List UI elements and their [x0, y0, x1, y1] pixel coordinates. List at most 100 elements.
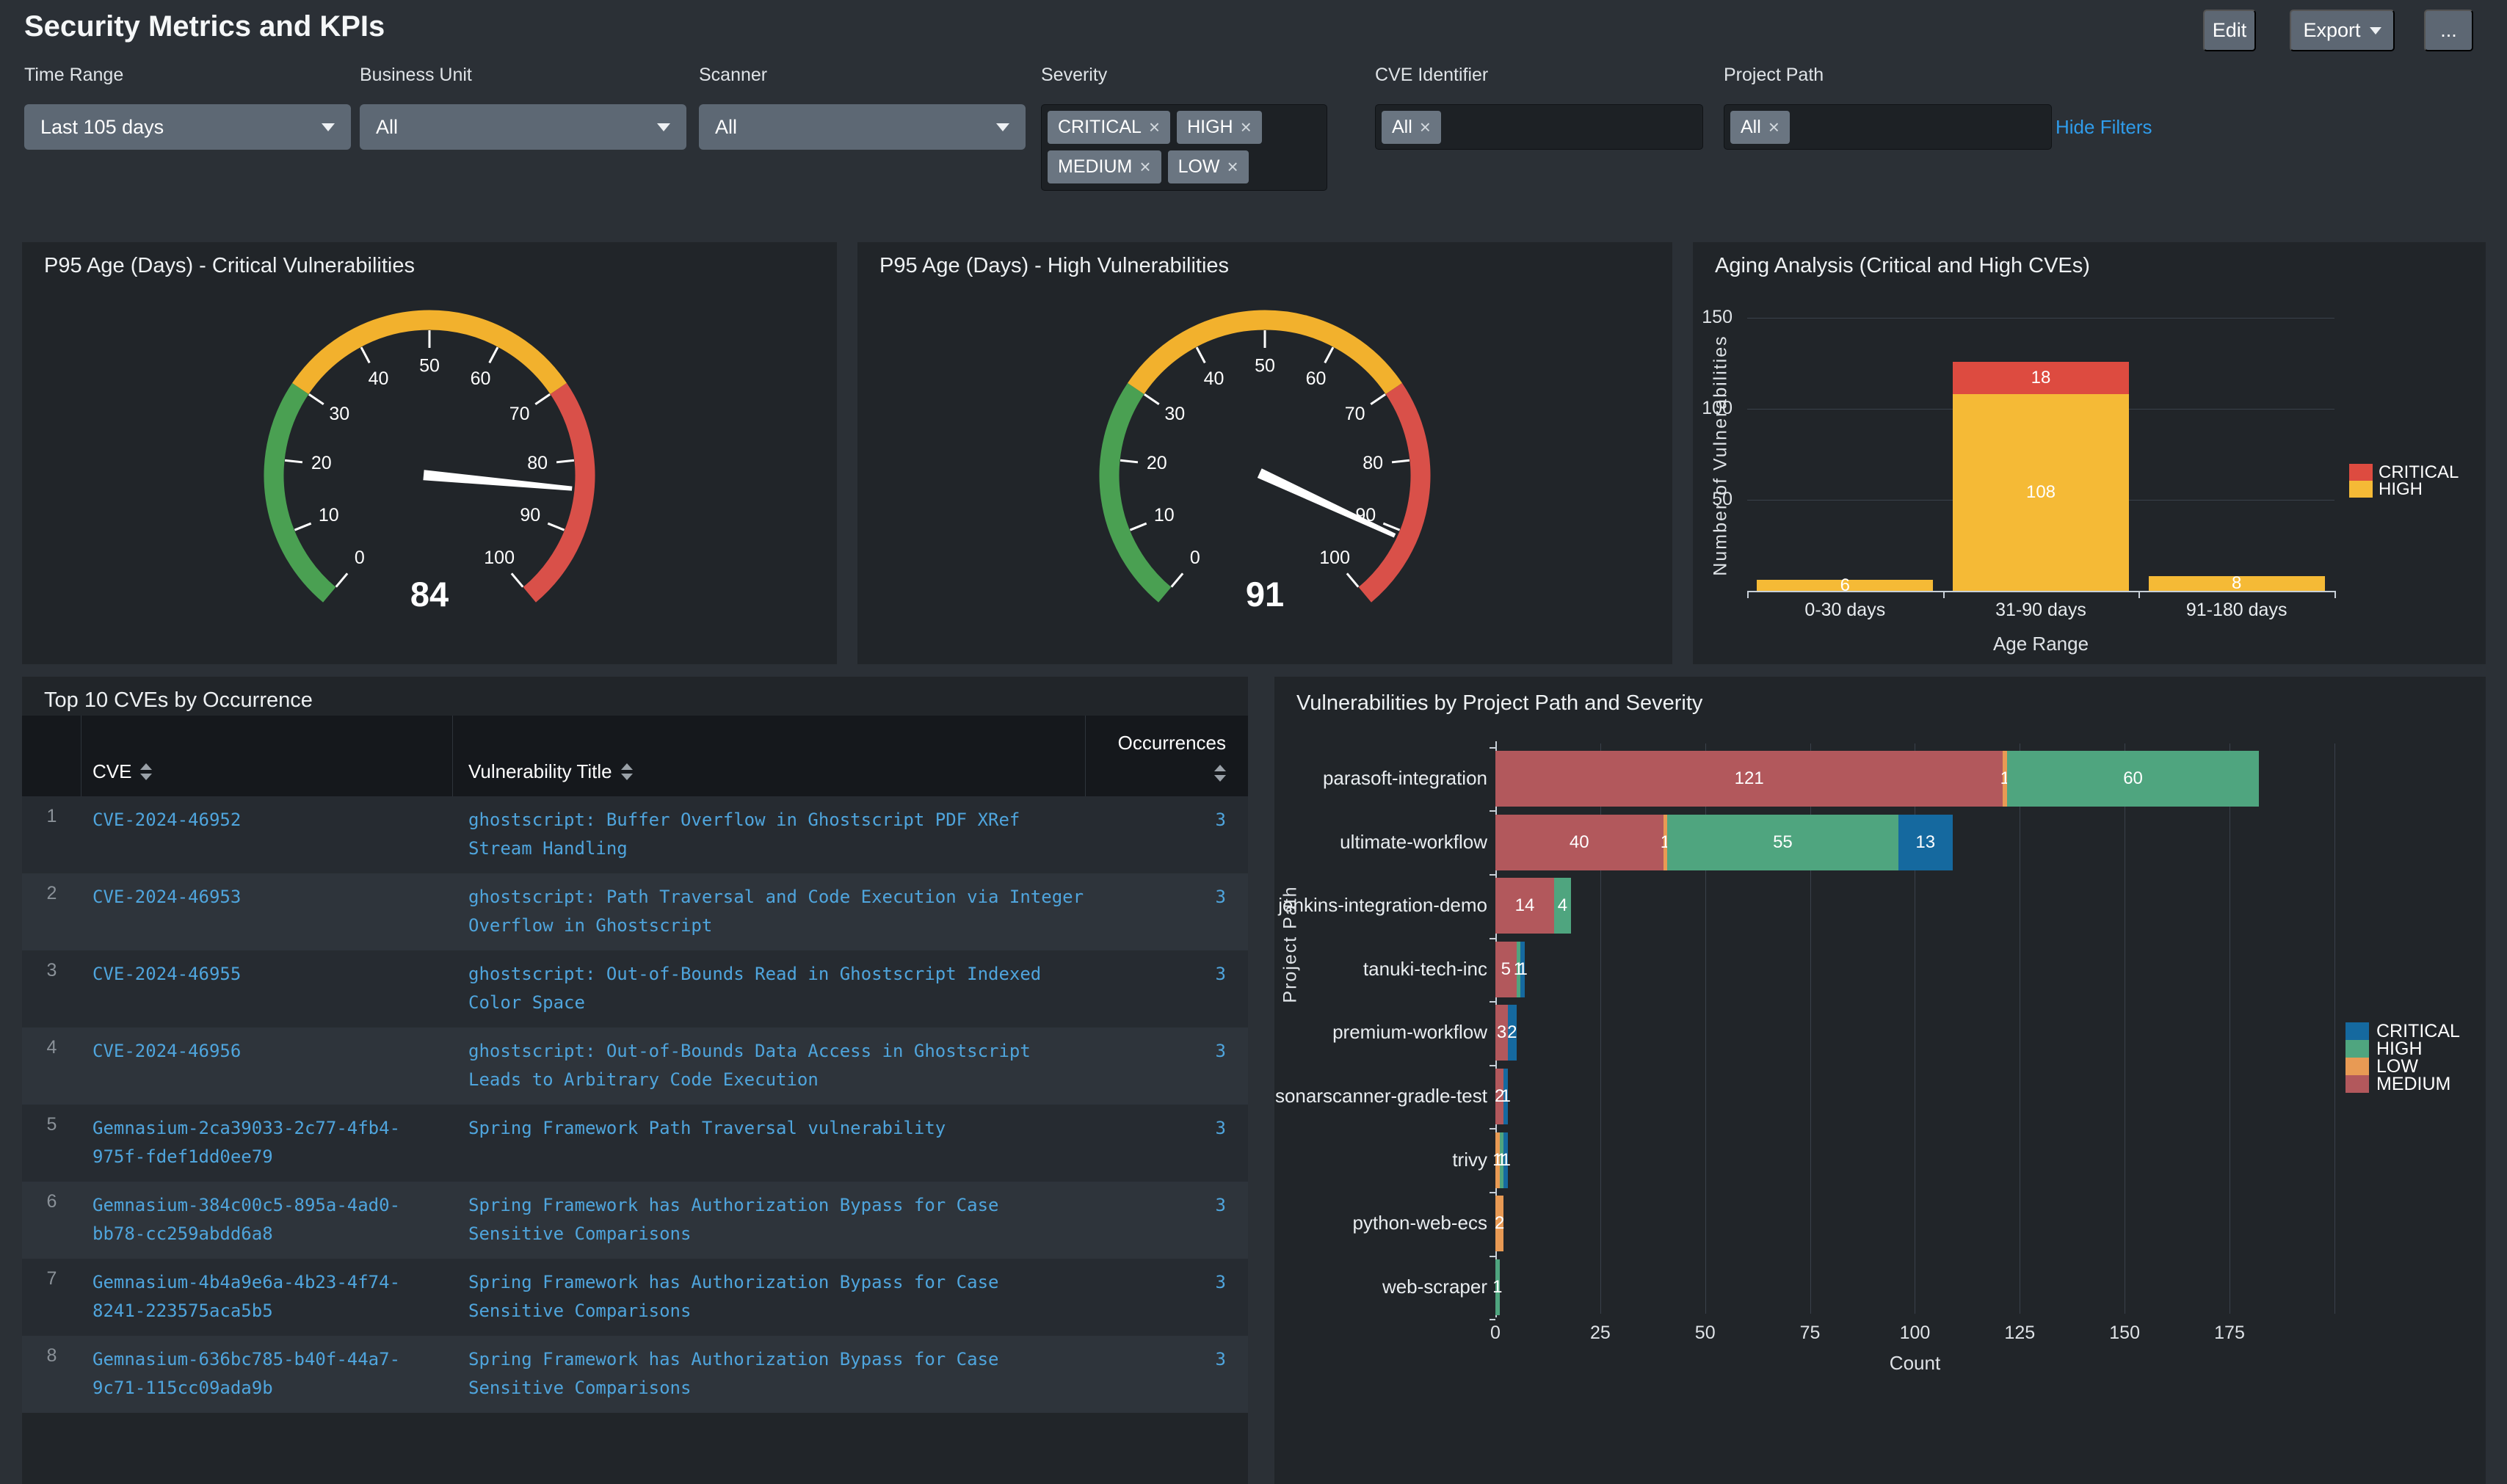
y-category-label: web-scraper [1274, 1276, 1487, 1298]
legend-label: CRITICAL [2379, 464, 2459, 481]
legend-swatch-high [2345, 1040, 2369, 1058]
occurrences-link[interactable]: 3 [1216, 1349, 1226, 1370]
gridline [2334, 743, 2335, 1314]
occurrences-link[interactable]: 3 [1216, 810, 1226, 830]
close-icon[interactable]: × [1420, 116, 1431, 139]
severity-pill-label: LOW [1178, 156, 1220, 178]
severity-pill[interactable]: CRITICAL× [1048, 111, 1170, 144]
vulnerability-title-link[interactable]: ghostscript: Out-of-Bounds Read in Ghost… [468, 960, 1089, 1017]
bar-value-label: 121 [1735, 768, 1764, 789]
gauge-tick [1130, 523, 1146, 530]
column-header-label: CVE [92, 760, 131, 783]
gauge-tick-label: 40 [1204, 368, 1225, 389]
time-range-value: Last 105 days [40, 116, 164, 139]
more-actions-button[interactable]: ... [2424, 10, 2473, 51]
cve-cell: CVE-2024-46955 [81, 950, 453, 1027]
cve-link[interactable]: Gemnasium-2ca39033-2c77-4fb4-975f-fdef1d… [92, 1114, 405, 1171]
gauge-tick-label: 30 [1164, 404, 1185, 424]
occurrences-link[interactable]: 3 [1216, 1118, 1226, 1138]
bar-value-label: 2 [1495, 1213, 1504, 1234]
bar-value-label: 18 [2031, 368, 2051, 388]
vulnerability-title-link[interactable]: ghostscript: Out-of-Bounds Data Access i… [468, 1037, 1089, 1094]
occurrences-link[interactable]: 3 [1216, 1041, 1226, 1061]
bar-value-label: 3 [1497, 1022, 1506, 1043]
close-icon[interactable]: × [1149, 116, 1160, 139]
severity-multiselect[interactable]: CRITICAL×HIGH× MEDIUM × LOW × [1041, 104, 1327, 191]
sort-icon [621, 763, 633, 780]
gauge-needle [1258, 468, 1396, 537]
column-header-cve[interactable]: CVE [81, 716, 453, 796]
severity-pill[interactable]: MEDIUM × [1048, 150, 1161, 183]
y-axis-tick [1490, 938, 1495, 939]
occurrences-link[interactable]: 3 [1216, 1195, 1226, 1215]
severity-pill-label: MEDIUM [1058, 156, 1132, 178]
legend-label: HIGH [2376, 1040, 2423, 1058]
y-axis-tick [1490, 1128, 1495, 1130]
y-axis-tick [1490, 1192, 1495, 1193]
vulnerability-title-link[interactable]: Spring Framework Path Traversal vulnerab… [468, 1114, 1089, 1143]
business-unit-label: Business Unit [360, 65, 472, 86]
close-icon[interactable]: × [1768, 116, 1779, 139]
cve-link[interactable]: CVE-2024-46952 [92, 806, 405, 834]
page-title: Security Metrics and KPIs [24, 10, 385, 43]
chevron-down-icon [322, 123, 335, 131]
close-icon[interactable]: × [1241, 116, 1252, 139]
close-icon[interactable]: × [1139, 156, 1150, 178]
cve-link[interactable]: CVE-2024-46953 [92, 883, 405, 912]
cve-cell: Gemnasium-636bc785-b40f-44a7-9c71-115cc0… [81, 1336, 453, 1413]
export-button[interactable]: Export [2290, 10, 2395, 51]
business-unit-value: All [376, 116, 398, 139]
gauge-tick-label: 100 [1319, 548, 1350, 568]
gauge-tick-label: 80 [527, 453, 548, 473]
vulnerability-title-link[interactable]: Spring Framework has Authorization Bypas… [468, 1345, 1089, 1403]
business-unit-select[interactable]: All [360, 104, 686, 150]
y-axis-tick [1490, 1001, 1495, 1003]
bar-value-label: 1 [1492, 1277, 1502, 1298]
cve-identifier-input[interactable]: All × [1375, 104, 1703, 150]
edit-button[interactable]: Edit [2203, 10, 2256, 51]
occurrences-link[interactable]: 3 [1216, 964, 1226, 984]
vulnerability-title-cell: ghostscript: Out-of-Bounds Data Access i… [453, 1027, 1086, 1105]
project-path-input[interactable]: All× [1724, 104, 2052, 150]
cve-link[interactable]: Gemnasium-4b4a9e6a-4b23-4f74-8241-223575… [92, 1268, 405, 1325]
bar-value-label: 1 [1501, 1086, 1511, 1107]
hide-filters-link[interactable]: Hide Filters [2056, 116, 2152, 139]
project-path-severity-chart: 0255075100125150175parasoft-integration1… [1274, 677, 2486, 1484]
severity-pill[interactable]: HIGH× [1177, 111, 1262, 144]
vulnerability-title-link[interactable]: ghostscript: Buffer Overflow in Ghostscr… [468, 806, 1089, 863]
chevron-down-icon [996, 123, 1009, 131]
vulnerability-title-link[interactable]: ghostscript: Path Traversal and Code Exe… [468, 883, 1089, 940]
occurrences-cell: 3 [1086, 1105, 1248, 1182]
y-category-label: parasoft-integration [1274, 767, 1487, 790]
cve-link[interactable]: CVE-2024-46955 [92, 960, 405, 989]
occurrences-link[interactable]: 3 [1216, 887, 1226, 907]
x-axis-title: Age Range [1747, 633, 2334, 655]
x-category-label: 31-90 days [1943, 600, 2139, 621]
x-category-label: 91-180 days [2138, 600, 2334, 621]
legend-swatch-critical [2349, 464, 2373, 481]
bar-value-label: 13 [1915, 832, 1935, 853]
cve-link[interactable]: Gemnasium-636bc785-b40f-44a7-9c71-115cc0… [92, 1345, 405, 1403]
bar-value-label: 6 [1840, 575, 1850, 596]
scanner-select[interactable]: All [699, 104, 1026, 150]
cve-link[interactable]: Gemnasium-384c00c5-895a-4ad0-bb78-cc259a… [92, 1191, 405, 1248]
vulnerability-title-link[interactable]: Spring Framework has Authorization Bypas… [468, 1268, 1089, 1325]
cve-cell: Gemnasium-4b4a9e6a-4b23-4f74-8241-223575… [81, 1259, 453, 1336]
project-path-pill[interactable]: All× [1730, 111, 1790, 144]
vulnerability-title-cell: ghostscript: Path Traversal and Code Exe… [453, 873, 1086, 950]
vulnerability-title-link[interactable]: Spring Framework has Authorization Bypas… [468, 1191, 1089, 1248]
gauge-tick [1197, 347, 1205, 363]
row-index: 1 [22, 796, 81, 873]
close-icon[interactable]: × [1227, 156, 1238, 178]
occurrences-link[interactable]: 3 [1216, 1272, 1226, 1292]
column-header-title[interactable]: Vulnerability Title [453, 716, 1086, 796]
cve-identifier-pill[interactable]: All × [1382, 111, 1441, 144]
column-header-occurrences[interactable]: Occurrences [1086, 716, 1248, 796]
cve-identifier-pill-label: All [1392, 117, 1412, 138]
y-axis-tick [1490, 1065, 1495, 1066]
time-range-select[interactable]: Last 105 days [24, 104, 351, 150]
x-tick-label: 150 [2095, 1323, 2154, 1344]
y-category-label: tanuki-tech-inc [1274, 958, 1487, 981]
cve-link[interactable]: CVE-2024-46956 [92, 1037, 405, 1066]
severity-pill[interactable]: LOW × [1168, 150, 1249, 183]
